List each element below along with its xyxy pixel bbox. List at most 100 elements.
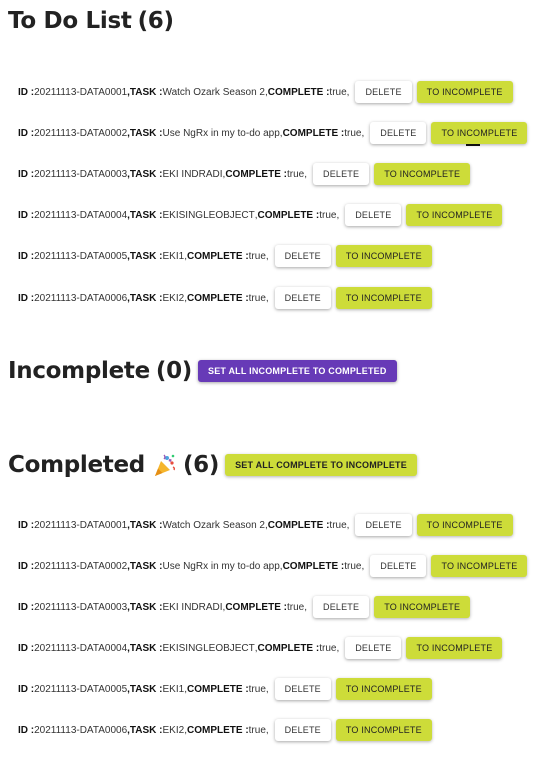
completed-task: Watch Ozark Season 2 <box>162 519 265 531</box>
todo-id: 20211113-DATA0004 <box>34 209 128 221</box>
id-label: ID : <box>18 86 35 98</box>
separator: , <box>265 683 269 695</box>
completed-row: ID :20211113-DATA0002, TASK : Use NgRx in … <box>18 555 528 577</box>
todo-complete-value: true <box>319 209 337 221</box>
completed-complete-value: true <box>248 683 266 695</box>
completed-complete-value: true <box>286 601 305 613</box>
completed-task: EKISINGLEOBJECT <box>162 642 255 654</box>
todo-task: EKI1 <box>162 250 185 262</box>
task-label: TASK : <box>129 168 163 180</box>
text-cursor <box>466 144 480 146</box>
delete-button[interactable]: DELETE <box>345 637 402 659</box>
id-label: ID : <box>18 519 35 531</box>
completed-row: ID :20211113-DATA0001, TASK : Watch Ozark … <box>18 514 513 536</box>
complete-label: COMPLETE : <box>267 86 330 98</box>
task-label: TASK : <box>129 250 163 262</box>
id-label: ID : <box>18 250 35 262</box>
separator: , <box>361 127 365 139</box>
to-incomplete-button[interactable]: TO INCOMPLETE <box>416 514 513 536</box>
separator: , <box>304 168 307 180</box>
task-label: TASK : <box>129 724 163 736</box>
to-incomplete-button[interactable]: TO INCOMPLETE <box>335 719 432 741</box>
delete-button[interactable]: DELETE <box>274 719 331 741</box>
todo-heading-title: To Do List <box>8 8 132 34</box>
task-label: TASK : <box>129 86 163 98</box>
to-incomplete-button[interactable]: TO INCOMPLETE <box>374 596 471 618</box>
todo-complete-value: true <box>248 250 266 262</box>
task-label: TASK : <box>129 560 163 572</box>
to-incomplete-button[interactable]: TO INCOMPLETE <box>406 204 503 226</box>
to-incomplete-button[interactable]: TO INCOMPLETE <box>335 245 432 267</box>
to-incomplete-button[interactable]: TO INCOMPLETE <box>406 637 503 659</box>
separator: , <box>265 724 269 736</box>
completed-row: ID :20211113-DATA0005, TASK : EKI1, COMPLET… <box>18 678 432 700</box>
delete-button[interactable]: DELETE <box>370 555 427 577</box>
todo-task: Use NgRx in my to-do app <box>162 127 280 139</box>
delete-button[interactable]: DELETE <box>345 204 402 226</box>
completed-row: ID :20211113-DATA0004, TASK : EKISINGLEOBJ… <box>18 637 503 659</box>
completed-count: (6) <box>182 452 220 478</box>
completed-task: EKI2 <box>162 724 185 736</box>
completed-id: 20211113-DATA0005 <box>34 683 128 695</box>
completed-id: 20211113-DATA0006 <box>34 724 128 736</box>
to-incomplete-button[interactable]: TO INCOMPLETE <box>431 122 528 144</box>
delete-button[interactable]: DELETE <box>274 678 331 700</box>
complete-label: COMPLETE : <box>267 519 330 531</box>
to-incomplete-button[interactable]: TO INCOMPLETE <box>374 163 471 185</box>
task-label: TASK : <box>129 292 163 304</box>
task-label: TASK : <box>129 642 163 654</box>
task-label: TASK : <box>129 519 163 531</box>
complete-label: COMPLETE : <box>186 683 249 695</box>
party-popper-icon <box>153 453 177 477</box>
separator: , <box>265 250 269 262</box>
separator: , <box>265 292 269 304</box>
delete-button[interactable]: DELETE <box>370 122 427 144</box>
task-label: TASK : <box>129 683 163 695</box>
todo-task: EKISINGLEOBJECT <box>162 209 255 221</box>
completed-complete-value: true <box>329 519 347 531</box>
id-label: ID : <box>18 724 35 736</box>
separator: , <box>336 209 340 221</box>
id-label: ID : <box>18 209 35 221</box>
to-incomplete-button[interactable]: TO INCOMPLETE <box>335 287 432 309</box>
todo-id: 20211113-DATA0006 <box>34 292 128 304</box>
todo-row: ID :20211113-DATA0003, TASK : EKI INDRADI,… <box>18 163 471 185</box>
todo-id: 20211113-DATA0001 <box>34 86 128 98</box>
completed-id: 20211113-DATA0002 <box>34 560 128 572</box>
todo-row: ID :20211113-DATA0004, TASK : EKISINGLEOBJ… <box>18 204 503 226</box>
delete-button[interactable]: DELETE <box>355 514 412 536</box>
delete-button[interactable]: DELETE <box>313 163 370 185</box>
completed-id: 20211113-DATA0001 <box>34 519 128 531</box>
incomplete-count: (0) <box>155 358 193 384</box>
to-incomplete-button[interactable]: TO INCOMPLETE <box>335 678 432 700</box>
id-label: ID : <box>18 642 35 654</box>
todo-id: 20211113-DATA0003 <box>34 168 128 180</box>
set-all-incomplete-to-completed-button[interactable]: SET ALL INCOMPLETE TO COMPLETED <box>198 360 397 382</box>
todo-task: Watch Ozark Season 2 <box>162 86 265 98</box>
delete-button[interactable]: DELETE <box>274 245 331 267</box>
todo-heading: To Do List (6) <box>8 8 174 34</box>
task-label: TASK : <box>129 127 163 139</box>
todo-complete-value: true <box>344 127 362 139</box>
completed-task: EKI INDRADI <box>162 601 223 613</box>
todo-row: ID :20211113-DATA0006, TASK : EKI2, COMPLET… <box>18 287 432 309</box>
complete-label: COMPLETE : <box>257 209 320 221</box>
delete-button[interactable]: DELETE <box>274 287 331 309</box>
incomplete-heading-title: Incomplete <box>8 358 150 384</box>
delete-button[interactable]: DELETE <box>313 596 370 618</box>
todo-count: (6) <box>137 8 174 34</box>
separator: , <box>361 560 365 572</box>
id-label: ID : <box>18 168 35 180</box>
completed-row: ID :20211113-DATA0003, TASK : EKI INDRADI,… <box>18 596 471 618</box>
complete-label: COMPLETE : <box>186 724 249 736</box>
to-incomplete-button[interactable]: TO INCOMPLETE <box>431 555 528 577</box>
separator: , <box>346 86 350 98</box>
delete-button[interactable]: DELETE <box>355 81 412 103</box>
to-incomplete-button[interactable]: TO INCOMPLETE <box>416 81 513 103</box>
completed-heading: Completed (6) SET ALL COMPLETE TO INCOMP… <box>8 452 417 478</box>
set-all-complete-to-incomplete-button[interactable]: SET ALL COMPLETE TO INCOMPLETE <box>225 454 417 476</box>
complete-label: COMPLETE : <box>282 560 345 572</box>
completed-task: EKI1 <box>162 683 185 695</box>
id-label: ID : <box>18 292 35 304</box>
todo-row: ID :20211113-DATA0002, TASK : Use NgRx in … <box>18 122 528 144</box>
